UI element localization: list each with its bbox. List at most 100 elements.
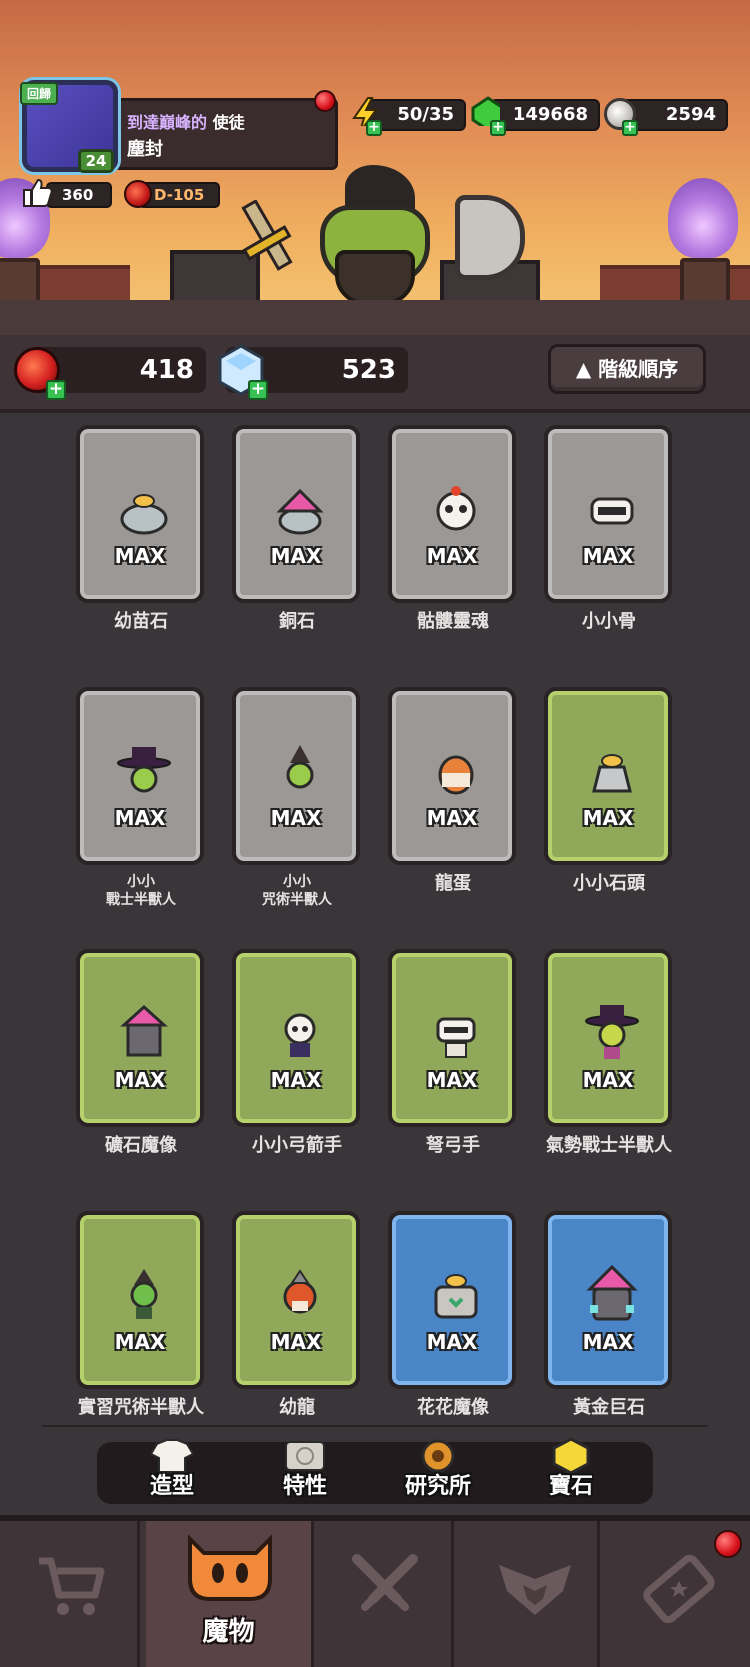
monster-card-frame: MAX bbox=[232, 1211, 360, 1389]
monster-card-frame: MAX bbox=[544, 1211, 672, 1389]
small-stone-icon bbox=[592, 754, 632, 793]
max-badge: MAX bbox=[114, 544, 166, 568]
monster-card-frame: MAX bbox=[388, 949, 516, 1127]
orc-shaman-icon bbox=[286, 745, 314, 789]
subnav-traits[interactable]: 特性 bbox=[250, 1441, 360, 1500]
monster-name-line2: 戰士半獸人 bbox=[106, 892, 176, 908]
monster-name: 氣勢戰士半獸人 bbox=[546, 1135, 672, 1156]
notification-dot bbox=[314, 90, 336, 112]
monster-card[interactable]: MAX 骷髏靈魂 bbox=[388, 425, 518, 633]
monster-card[interactable]: MAX 實習咒術半獸人 bbox=[76, 1211, 206, 1419]
monster-card[interactable]: MAX 龍蛋 bbox=[388, 687, 518, 895]
subnav-gems[interactable]: 寶石 bbox=[516, 1438, 626, 1500]
energy-value: 50/35 bbox=[397, 104, 454, 125]
flower-golem-icon bbox=[434, 1274, 478, 1319]
player-name-panel[interactable]: 到達巔峰的 使徒 塵封 bbox=[108, 98, 338, 170]
orc-boss-sprite[interactable] bbox=[300, 160, 450, 310]
ore-golem-icon bbox=[120, 1004, 168, 1057]
monster-name: 小小骨 bbox=[582, 611, 636, 632]
monster-name: 礦石魔像 bbox=[105, 1135, 177, 1156]
player-level-badge: 24 bbox=[78, 149, 114, 173]
crossed-swords-icon bbox=[352, 1554, 418, 1611]
monster-card[interactable]: MAX 小小 戰士半獸人 bbox=[76, 687, 206, 909]
orc-champion-icon bbox=[585, 1005, 639, 1059]
notification-dot bbox=[714, 1530, 742, 1558]
skull-spirit-icon bbox=[436, 486, 476, 531]
monster-card[interactable]: MAX 氣勢戰士半獸人 bbox=[544, 949, 674, 1157]
sword-icon bbox=[241, 200, 293, 271]
max-badge: MAX bbox=[114, 1330, 166, 1354]
likes-count: 360 bbox=[62, 186, 94, 204]
monster-name: 小小 咒術半獸人 bbox=[232, 873, 362, 909]
tab-battle[interactable] bbox=[314, 1521, 454, 1667]
likes-pill[interactable]: 360 bbox=[46, 182, 112, 208]
add-crystal-button[interactable]: + bbox=[248, 380, 268, 400]
subnav-label: 寶石 bbox=[548, 1474, 593, 1499]
monster-card[interactable]: MAX 小小石頭 bbox=[544, 687, 674, 895]
sort-by-rank-button[interactable]: ▲ 階級順序 bbox=[548, 344, 706, 394]
rock-sprout-icon bbox=[120, 494, 168, 535]
bottom-tab-bar: 魔物 bbox=[0, 1515, 750, 1667]
max-badge: MAX bbox=[582, 544, 634, 568]
monster-card-frame: MAX bbox=[76, 949, 204, 1127]
monster-name: 小小 戰士半獸人 bbox=[76, 873, 206, 909]
monster-card-frame: MAX bbox=[232, 949, 360, 1127]
crystal-value: 523 bbox=[341, 355, 396, 385]
monster-card-frame: MAX bbox=[76, 687, 204, 865]
monster-card[interactable]: MAX 幼苗石 bbox=[76, 425, 206, 633]
monster-name: 幼龍 bbox=[279, 1397, 315, 1418]
add-red-orb-button[interactable]: + bbox=[46, 380, 66, 400]
gems-value: 149668 bbox=[512, 104, 588, 125]
max-badge: MAX bbox=[426, 1330, 478, 1354]
monster-card-frame: MAX bbox=[232, 425, 360, 603]
monster-name: 黃金巨石 bbox=[573, 1397, 645, 1418]
subnav-label: 造型 bbox=[149, 1474, 194, 1499]
monster-face-icon bbox=[188, 1534, 272, 1601]
monster-card[interactable]: MAX 銅石 bbox=[232, 425, 362, 633]
subnav-research[interactable]: 研究所 bbox=[383, 1439, 493, 1500]
monster-card[interactable]: MAX 小小 咒術半獸人 bbox=[232, 687, 362, 909]
monster-card[interactable]: MAX 弩弓手 bbox=[388, 949, 518, 1157]
subnav-label: 研究所 bbox=[404, 1474, 471, 1499]
max-badge: MAX bbox=[426, 544, 478, 568]
rank-value: D-105 bbox=[154, 186, 205, 204]
max-badge: MAX bbox=[270, 544, 322, 568]
rank-emblem-icon bbox=[499, 1565, 571, 1615]
return-badge: 回歸 bbox=[20, 82, 59, 105]
tab-shop[interactable] bbox=[0, 1521, 140, 1667]
tab-ranking[interactable] bbox=[460, 1521, 600, 1667]
player-title: 到達巔峰的 使徒 bbox=[127, 109, 245, 133]
monster-card[interactable]: MAX 小小骨 bbox=[544, 425, 674, 633]
skeleton-archer-icon bbox=[284, 1013, 316, 1057]
add-energy-button[interactable]: + bbox=[366, 120, 382, 136]
purple-flame-icon bbox=[668, 178, 738, 258]
thumbs-up-icon bbox=[23, 178, 52, 207]
player-name: 塵封 bbox=[127, 139, 163, 160]
max-badge: MAX bbox=[270, 806, 322, 830]
monster-card-frame: MAX bbox=[76, 1211, 204, 1389]
triangle-up-icon: ▲ bbox=[575, 357, 592, 381]
max-badge: MAX bbox=[582, 1068, 634, 1092]
ticket-icon bbox=[643, 1554, 715, 1624]
subnav-costume[interactable]: 造型 bbox=[117, 1439, 227, 1500]
monster-card[interactable]: MAX 礦石魔像 bbox=[76, 949, 206, 1157]
monster-card[interactable]: MAX 花花魔像 bbox=[388, 1211, 518, 1419]
add-coins-button[interactable]: + bbox=[622, 120, 638, 136]
monster-card[interactable]: MAX 幼龍 bbox=[232, 1211, 362, 1419]
tab-monsters[interactable]: 魔物 bbox=[146, 1521, 314, 1667]
monster-card[interactable]: MAX 小小弓箭手 bbox=[232, 949, 362, 1157]
little-bone-icon bbox=[590, 497, 634, 525]
monster-card[interactable]: MAX 黃金巨石 bbox=[544, 1211, 674, 1419]
monster-card-frame: MAX bbox=[388, 687, 516, 865]
monster-card-frame: MAX bbox=[388, 1211, 516, 1389]
red-orb-value: 418 bbox=[139, 355, 194, 385]
gems-pill[interactable]: 149668 bbox=[490, 99, 600, 131]
orc-apprentice-icon bbox=[130, 1269, 158, 1319]
sort-button-label: 階級順序 bbox=[598, 357, 679, 381]
title-prefix: 到達巔峰的 bbox=[127, 113, 208, 132]
tab-label: 魔物 bbox=[202, 1617, 255, 1647]
add-gems-button[interactable]: + bbox=[490, 120, 506, 136]
max-badge: MAX bbox=[270, 1330, 322, 1354]
monster-name: 花花魔像 bbox=[417, 1397, 489, 1418]
max-badge: MAX bbox=[114, 806, 166, 830]
